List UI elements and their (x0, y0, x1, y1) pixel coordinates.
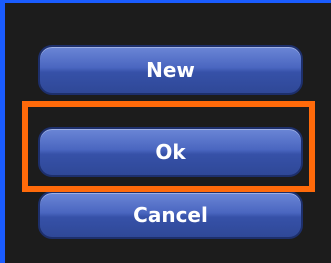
ok-button[interactable]: Ok (38, 127, 303, 177)
dialog-panel: New Cancel Ok (0, 0, 331, 263)
new-button-label: New (146, 58, 195, 82)
new-button[interactable]: New (38, 45, 303, 95)
cancel-button[interactable]: Cancel (38, 191, 303, 239)
ok-button-label: Ok (155, 140, 186, 164)
cancel-button-label: Cancel (133, 203, 208, 227)
